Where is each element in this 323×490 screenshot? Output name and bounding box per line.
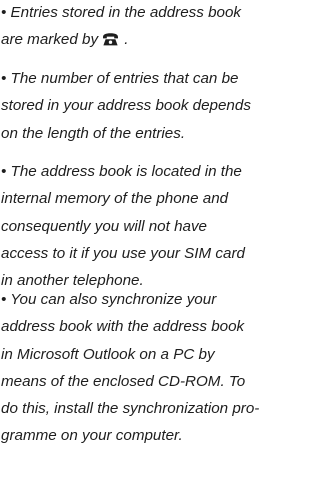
telephone-icon (102, 28, 119, 55)
paragraph-line: address book with the address book (1, 318, 245, 336)
paragraph-line-with-icon: are marked by . (1, 26, 241, 53)
paragraph-line: internal memory of the phone and (1, 190, 229, 208)
paragraph-line: stored in your address book depends (1, 97, 251, 115)
paragraph-outlook-sync: • You can also synchronize your address … (1, 286, 259, 450)
paragraph-address-book-marker: • Entries stored in the address book are… (1, 0, 241, 54)
paragraph-internal-memory: • The address book is located in the int… (1, 158, 245, 294)
paragraph-line: consequently you will not have (1, 217, 208, 235)
paragraph-trailing-text: . (120, 31, 129, 49)
paragraph-entry-count: • The number of entries that can be stor… (1, 65, 251, 147)
paragraph-line: • You can also synchronize your (1, 291, 217, 308)
paragraph-line: on the length of the entries. (1, 124, 186, 142)
paragraph-line: means of the enclosed CD-ROM. To (1, 372, 246, 390)
paragraph-line: in Microsoft Outlook on a PC by (1, 345, 215, 363)
paragraph-line: gramme on your computer. (1, 427, 183, 445)
paragraph-line: • Entries stored in the address book (1, 4, 242, 21)
paragraph-line: are marked by (1, 31, 99, 49)
paragraph-line: • The number of entries that can be (1, 70, 239, 87)
paragraph-line: access to it if you use your SIM card (1, 244, 245, 262)
paragraph-line: • The address book is located in the (1, 163, 242, 180)
manual-page: • Entries stored in the address book are… (0, 0, 323, 490)
paragraph-line: do this, install the synchronization pro… (1, 400, 260, 418)
